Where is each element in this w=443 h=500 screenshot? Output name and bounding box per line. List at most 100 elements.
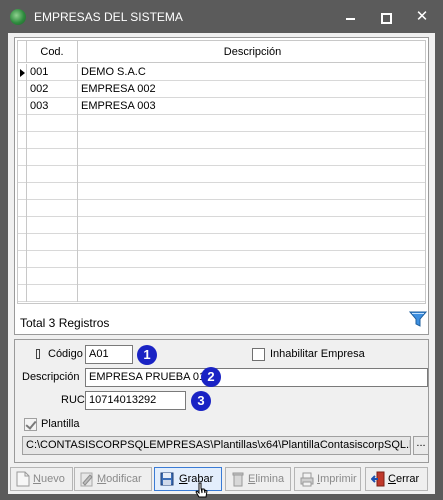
new-document-icon — [16, 471, 30, 487]
cell-cod[interactable] — [27, 149, 78, 166]
cell-cod[interactable] — [27, 217, 78, 234]
step-badge-3: 3 — [191, 391, 211, 411]
row-indicator — [18, 166, 27, 183]
row-indicator — [18, 234, 27, 251]
cell-descripcion[interactable] — [78, 285, 425, 302]
nuevo-label: Nuevo — [33, 473, 65, 485]
cell-descripcion[interactable] — [78, 200, 425, 217]
cerrar-label: Cerrar — [388, 473, 420, 485]
cell-descripcion[interactable] — [78, 115, 425, 132]
cell-descripcion[interactable] — [78, 268, 425, 285]
plantilla-checkbox[interactable] — [24, 418, 37, 431]
table-row[interactable] — [18, 285, 425, 302]
table-row[interactable]: 002 EMPRESA 002 — [18, 81, 425, 98]
cell-descripcion[interactable] — [78, 251, 425, 268]
key-field-icon — [36, 349, 40, 359]
table-row[interactable] — [18, 234, 425, 251]
save-icon — [160, 472, 174, 486]
minimize-button[interactable] — [338, 6, 362, 28]
cell-cod[interactable] — [27, 200, 78, 217]
companies-grid[interactable]: Cod. Descripción 001 DEMO S.A.C 002 EMPRESA… — [17, 40, 426, 304]
row-indicator — [18, 115, 27, 132]
exit-door-icon — [371, 471, 385, 487]
cell-cod[interactable]: 003 — [27, 98, 78, 115]
app-logo-icon — [10, 9, 26, 25]
cell-descripcion[interactable] — [78, 149, 425, 166]
row-indicator — [18, 217, 27, 234]
header-indicator — [18, 41, 27, 63]
row-indicator — [18, 268, 27, 285]
cell-cod[interactable]: 001 — [27, 64, 78, 81]
plantilla-label[interactable]: Plantilla — [41, 418, 80, 430]
row-indicator — [18, 149, 27, 166]
cell-cod[interactable]: 002 — [27, 81, 78, 98]
table-row[interactable] — [18, 183, 425, 200]
cell-cod[interactable] — [27, 251, 78, 268]
maximize-button[interactable] — [373, 6, 397, 28]
row-indicator — [18, 98, 27, 115]
row-indicator — [18, 200, 27, 217]
cell-cod[interactable] — [27, 285, 78, 302]
step-badge-1: 1 — [137, 345, 157, 365]
imprimir-button[interactable]: Imprimir — [294, 467, 361, 491]
edit-icon — [80, 472, 93, 487]
cell-cod[interactable] — [27, 183, 78, 200]
delete-icon — [232, 472, 244, 487]
inhabilitar-label[interactable]: Inhabilitar Empresa — [270, 348, 365, 360]
table-row[interactable] — [18, 115, 425, 132]
cell-descripcion[interactable] — [78, 132, 425, 149]
table-row[interactable] — [18, 200, 425, 217]
row-indicator — [18, 64, 27, 81]
cell-cod[interactable] — [27, 166, 78, 183]
elimina-label: Elimina — [248, 473, 285, 485]
grabar-button[interactable]: Grabar — [154, 467, 222, 491]
filter-icon[interactable] — [409, 310, 427, 328]
cell-descripcion[interactable] — [78, 183, 425, 200]
step-badge-2: 2 — [201, 367, 221, 387]
nuevo-button[interactable]: Nuevo — [10, 467, 73, 491]
cell-descripcion[interactable] — [78, 217, 425, 234]
cell-descripcion[interactable]: DEMO S.A.C — [78, 64, 425, 81]
table-row[interactable]: 001 DEMO S.A.C — [18, 64, 425, 81]
cell-cod[interactable] — [27, 132, 78, 149]
cell-cod[interactable] — [27, 268, 78, 285]
inhabilitar-checkbox[interactable] — [252, 348, 265, 361]
descripcion-input[interactable]: EMPRESA PRUEBA 01 — [85, 368, 428, 387]
modificar-label: Modificar — [97, 473, 142, 485]
cell-descripcion[interactable] — [78, 234, 425, 251]
total-records: Total 3 Registros — [20, 316, 110, 330]
descripcion-label: Descripción — [22, 371, 80, 383]
elimina-button[interactable]: Elimina — [225, 467, 291, 491]
title-bar[interactable]: EMPRESAS DEL SISTEMA ✕ — [0, 0, 443, 33]
cell-descripcion[interactable]: EMPRESA 002 — [78, 81, 425, 98]
window-client: Cod. Descripción 001 DEMO S.A.C 002 EMPRESA… — [8, 33, 435, 498]
table-row[interactable] — [18, 217, 425, 234]
cell-cod[interactable] — [27, 115, 78, 132]
cerrar-button[interactable]: Cerrar — [365, 467, 428, 491]
cell-cod[interactable] — [27, 234, 78, 251]
plantilla-path-input[interactable]: C:\CONTASISCORPSQLEMPRESAS\Plantillas\x6… — [22, 436, 411, 455]
window-title: EMPRESAS DEL SISTEMA — [34, 10, 183, 24]
table-row[interactable] — [18, 251, 425, 268]
table-row[interactable] — [18, 149, 425, 166]
imprimir-label: Imprimir — [317, 473, 357, 485]
table-row[interactable] — [18, 132, 425, 149]
row-indicator — [18, 183, 27, 200]
column-header-cod[interactable]: Cod. — [27, 41, 78, 63]
table-row[interactable] — [18, 268, 425, 285]
browse-button[interactable]: ... — [413, 436, 429, 455]
cell-descripcion[interactable]: EMPRESA 003 — [78, 98, 425, 115]
modificar-button[interactable]: Modificar — [74, 467, 152, 491]
mouse-cursor-icon — [195, 482, 208, 498]
row-indicator — [18, 132, 27, 149]
codigo-input[interactable]: A01 — [85, 345, 133, 364]
table-row[interactable]: 003 EMPRESA 003 — [18, 98, 425, 115]
cell-descripcion[interactable] — [78, 166, 425, 183]
table-row[interactable] — [18, 166, 425, 183]
close-button[interactable]: ✕ — [410, 6, 434, 28]
ruc-input[interactable]: 10714013292 — [85, 391, 186, 410]
column-header-descripcion[interactable]: Descripción — [78, 41, 425, 63]
row-indicator — [18, 251, 27, 268]
grid-header: Cod. Descripción — [18, 41, 425, 63]
printer-icon — [300, 472, 314, 487]
